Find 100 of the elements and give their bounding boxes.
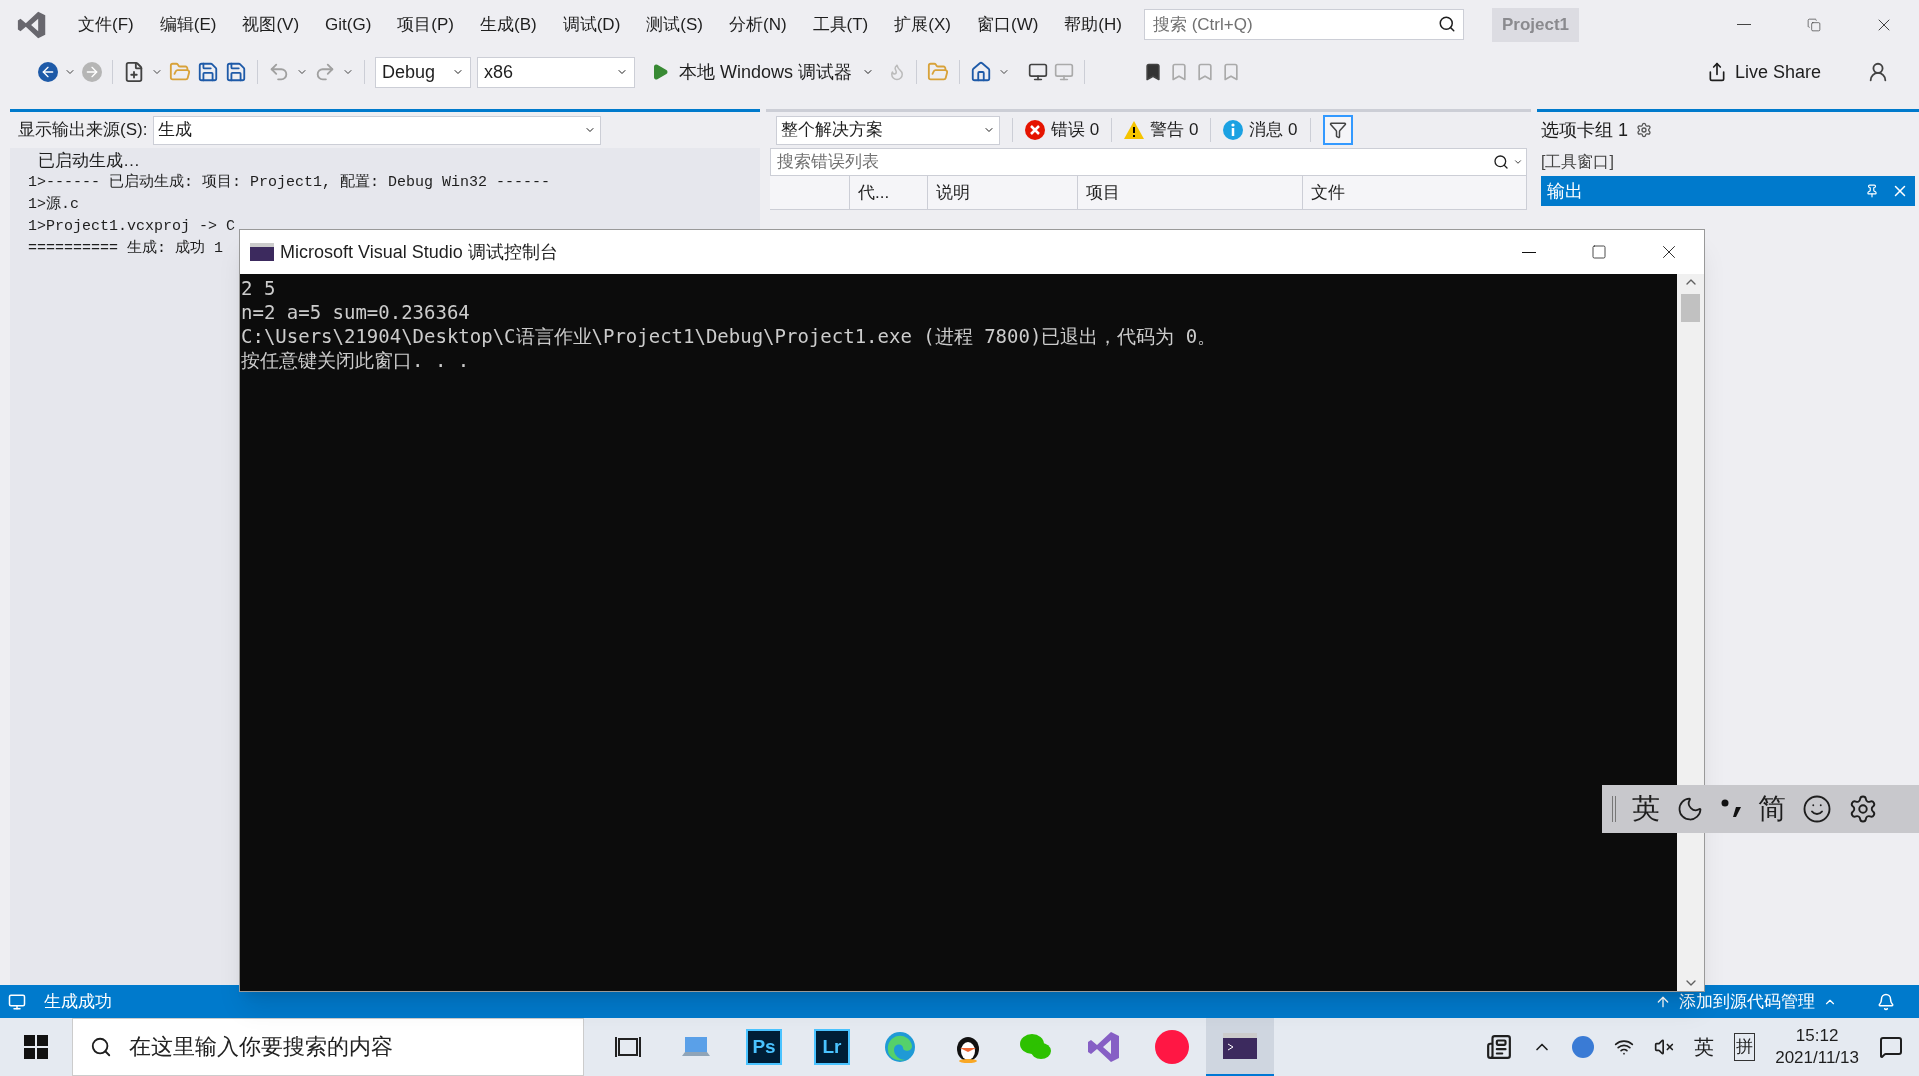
console-taskbar-button[interactable]	[1206, 1018, 1274, 1076]
output-line: 1>------ 已启动生成: 项目: Project1, 配置: Debug Win32 ------	[28, 172, 551, 193]
scroll-thumb[interactable]	[1681, 294, 1700, 322]
error-search-field[interactable]: 搜索错误列表	[770, 148, 1527, 176]
column-header[interactable]: 代...	[850, 176, 928, 209]
moon-icon[interactable]	[1676, 795, 1704, 823]
find-folder-icon[interactable]	[927, 61, 950, 83]
menu-item[interactable]: 测试(S)	[634, 11, 715, 38]
console-line: n=2 a=5 sum=0.236364	[241, 300, 470, 324]
menu-item[interactable]: 视图(V)	[230, 11, 312, 38]
menu-item[interactable]: Git(G)	[313, 11, 384, 38]
clock[interactable]: 15:12 2021/11/13	[1775, 1025, 1859, 1069]
errors-filter[interactable]: 错误 0	[1025, 117, 1100, 143]
folder-icon[interactable]	[169, 61, 191, 83]
live-share-button[interactable]: Live Share	[1706, 58, 1821, 86]
menu-item[interactable]: 项目(P)	[385, 11, 466, 38]
output-line: ========== 生成: 成功 1	[28, 238, 224, 259]
feedback-icon[interactable]	[1867, 61, 1889, 83]
console-line: 2 5	[241, 276, 276, 300]
project-name: Project1	[1491, 7, 1580, 42]
minimize-icon	[1522, 251, 1536, 253]
warning-icon	[1124, 121, 1145, 139]
messages-filter[interactable]: 消息 0	[1223, 117, 1298, 143]
app-tile[interactable]: Ps	[746, 1029, 782, 1065]
notification-icon[interactable]	[1877, 992, 1895, 1011]
account-icon[interactable]	[1572, 1036, 1595, 1058]
console-line: 按任意键关闭此窗口. . .	[241, 348, 470, 372]
ime-mode-toggle[interactable]: 英	[1632, 788, 1660, 830]
tab-group-item[interactable]: 输出	[1541, 176, 1915, 206]
pin-icon	[1865, 184, 1879, 198]
start-icon[interactable]	[24, 1035, 48, 1059]
configuration-dropdown[interactable]: Debug	[375, 56, 471, 88]
run-button[interactable]: 本地 Windows 调试器	[651, 58, 875, 86]
column-header[interactable]: 文件	[1303, 176, 1527, 209]
redo-icon[interactable]	[314, 61, 336, 83]
action-center-icon[interactable]	[1879, 1035, 1903, 1059]
ime-layout[interactable]: 拼	[1734, 1033, 1756, 1061]
monitor-icon	[8, 992, 26, 1011]
output-source-dropdown[interactable]: 生成	[153, 115, 602, 145]
window-title: Microsoft Visual Studio 调试控制台	[280, 240, 558, 264]
filter-toggle[interactable]	[1322, 115, 1353, 145]
menu-item[interactable]: 帮助(H)	[1052, 11, 1134, 38]
source-control-button[interactable]: 添加到源代码管理	[1655, 988, 1837, 1015]
output-source-label: 显示输出来源(S):	[18, 119, 148, 142]
task-view-icon	[615, 1034, 641, 1060]
console-icon	[250, 243, 274, 261]
minimize-icon	[1737, 24, 1751, 25]
output-line: 1>Project1.vcxproj -> C	[28, 217, 236, 237]
column-header[interactable]: 说明	[928, 176, 1078, 209]
status-message: 生成成功	[44, 990, 112, 1013]
menu-item[interactable]: 调试(D)	[550, 11, 633, 38]
save-all-icon[interactable]	[225, 61, 247, 83]
menu-item[interactable]: 分析(N)	[716, 11, 799, 38]
platform-dropdown[interactable]: x86	[477, 56, 635, 88]
app-tile[interactable]: Lr	[814, 1029, 850, 1065]
vs-logo-icon	[16, 9, 48, 40]
new-file-icon[interactable]	[123, 61, 145, 83]
column-header[interactable]: 项目	[1078, 176, 1303, 209]
search-icon	[1437, 15, 1456, 33]
menu-item[interactable]: 文件(F)	[66, 11, 146, 38]
monitor-icon[interactable]	[1028, 62, 1049, 82]
settings-icon[interactable]	[1848, 794, 1878, 824]
warnings-filter[interactable]: 警告 0	[1124, 117, 1199, 143]
undo-icon[interactable]	[268, 61, 290, 83]
news-icon[interactable]	[1486, 1034, 1513, 1060]
ime-mode[interactable]: 英	[1694, 1032, 1715, 1062]
menu-item[interactable]: 编辑(E)	[147, 11, 229, 38]
charset-toggle[interactable]: 简	[1758, 788, 1786, 830]
caret-icon[interactable]	[1513, 157, 1523, 167]
info-icon	[1223, 120, 1244, 140]
home-icon[interactable]	[970, 61, 993, 83]
search-icon	[90, 1036, 112, 1058]
chat-icon	[1019, 1032, 1053, 1062]
scrollbar[interactable]	[1677, 274, 1704, 991]
scope-dropdown[interactable]: 整个解决方案	[776, 115, 1000, 145]
network-icon[interactable]	[1614, 1037, 1635, 1057]
search-icon	[1493, 154, 1509, 170]
output-line: 已启动生成…	[37, 150, 140, 172]
vs-logo-icon	[1087, 1030, 1121, 1064]
taskbar-search-field[interactable]: 在这里输入你要搜索的内容	[72, 1018, 584, 1076]
menu-item[interactable]: 工具(T)	[800, 11, 881, 38]
console-icon	[1223, 1033, 1257, 1059]
save-icon[interactable]	[197, 61, 219, 83]
back-icon[interactable]	[38, 62, 58, 82]
section-label: [工具窗口]	[1541, 152, 1614, 172]
console-line: C:\Users\21904\Desktop\C语言作业\Project1\Debug\Project1.exe (进程 7800)已退出，代码为 0。	[241, 324, 1217, 348]
search-field[interactable]: 搜索 (Ctrl+Q)	[1143, 9, 1464, 40]
volume-icon[interactable]	[1654, 1037, 1675, 1057]
emoji-icon[interactable]	[1802, 794, 1832, 824]
forward-icon[interactable]	[82, 62, 102, 82]
menu-item[interactable]: 生成(B)	[468, 11, 549, 38]
play-icon	[651, 63, 669, 81]
settings-icon[interactable]	[1636, 122, 1652, 138]
menu-item[interactable]: 扩展(X)	[882, 11, 963, 38]
menu-item[interactable]: 窗口(W)	[964, 11, 1051, 38]
restore-icon	[1807, 17, 1821, 32]
filter-icon	[1328, 121, 1347, 139]
maximize-icon	[1591, 244, 1607, 260]
record-icon	[1154, 1029, 1190, 1065]
browser-icon	[883, 1030, 917, 1064]
